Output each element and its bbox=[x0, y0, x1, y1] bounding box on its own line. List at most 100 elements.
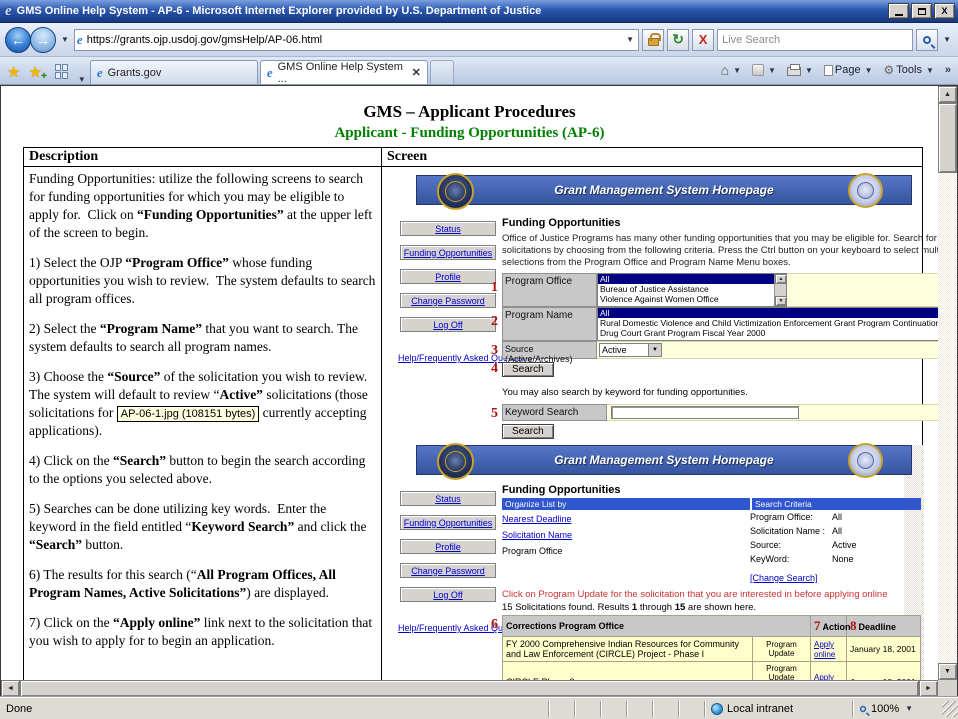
listbox-option[interactable]: Drug Court Grant Program Fiscal Year 200… bbox=[598, 328, 938, 338]
close-button[interactable]: X bbox=[934, 3, 955, 19]
zoom-dropdown[interactable]: ▼ bbox=[903, 704, 915, 713]
sidebar-item-change-password[interactable]: Change Password bbox=[400, 563, 496, 578]
tools-menu-button[interactable]: ⚙Tools▼ bbox=[881, 61, 939, 79]
tab-gms-help[interactable]: e GMS Online Help System ... ✕ bbox=[260, 60, 428, 84]
sidebar-item-change-password[interactable]: Change Password bbox=[400, 293, 496, 308]
listbox-scrollbar[interactable]: ▲▼ bbox=[774, 274, 786, 306]
refresh-button[interactable]: ↻ bbox=[667, 29, 689, 51]
annotation-1: 1 bbox=[491, 283, 498, 293]
tab-list-dropdown[interactable]: ▼ bbox=[76, 75, 88, 84]
search-box[interactable] bbox=[717, 29, 913, 51]
vertical-scroll-thumb[interactable] bbox=[938, 103, 957, 173]
history-dropdown[interactable]: ▼ bbox=[59, 35, 71, 44]
scroll-left-icon[interactable]: ◄ bbox=[1, 680, 20, 697]
page-menu-label: Page bbox=[835, 64, 861, 76]
search-icon bbox=[923, 36, 931, 44]
scroll-right-icon[interactable]: ► bbox=[919, 680, 938, 697]
page-icon bbox=[824, 65, 833, 76]
sidebar-item-funding-opportunities[interactable]: Funding Opportunities bbox=[400, 515, 496, 530]
criteria-value: All bbox=[832, 512, 842, 522]
keyword-search-input[interactable] bbox=[611, 406, 799, 419]
stop-icon: X bbox=[699, 32, 708, 47]
sidebar-item-status[interactable]: Status bbox=[400, 491, 496, 506]
address-field[interactable]: e ▼ bbox=[74, 29, 639, 51]
add-favorite-icon[interactable]: ★ bbox=[25, 63, 44, 84]
page-menu-button[interactable]: Page▼ bbox=[821, 62, 878, 78]
print-dropdown[interactable]: ▼ bbox=[803, 66, 815, 75]
scroll-up-icon[interactable]: ▲ bbox=[775, 274, 787, 284]
maximize-button[interactable] bbox=[911, 3, 932, 19]
scroll-down-icon[interactable]: ▼ bbox=[775, 296, 787, 306]
help-page: GMS – Applicant Procedures Applicant - F… bbox=[1, 86, 938, 680]
stop-button[interactable]: X bbox=[692, 29, 714, 51]
address-bar: ← → ▼ e ▼ ↻ X ▼ bbox=[0, 23, 958, 57]
lock-icon bbox=[648, 38, 659, 46]
tab-close-icon[interactable]: ✕ bbox=[412, 66, 421, 79]
home-dropdown[interactable]: ▼ bbox=[731, 66, 743, 75]
feeds-dropdown[interactable]: ▼ bbox=[766, 66, 778, 75]
vertical-scroll-track[interactable] bbox=[938, 173, 957, 663]
toolbar-overflow-chevron[interactable]: » bbox=[942, 64, 954, 76]
quick-tabs-icon[interactable] bbox=[55, 64, 70, 79]
security-lock-button[interactable] bbox=[642, 29, 664, 51]
listbox-option[interactable]: Violence Against Women Office bbox=[598, 294, 774, 304]
program-name-listbox[interactable]: All Rural Domestic Violence and Child Vi… bbox=[597, 307, 938, 341]
tools-menu-label: Tools bbox=[896, 64, 922, 76]
search-input[interactable] bbox=[722, 34, 908, 46]
listbox-option[interactable]: Rural Domestic Violence and Child Victim… bbox=[598, 318, 938, 328]
maximize-icon bbox=[918, 8, 926, 15]
home-button[interactable]: ⌂▼ bbox=[718, 60, 746, 80]
source-select[interactable]: Active ▼ bbox=[599, 343, 662, 357]
sidebar-item-status[interactable]: Status bbox=[400, 221, 496, 236]
criteria-label: KeyWord: bbox=[750, 554, 832, 564]
scroll-down-icon[interactable]: ▼ bbox=[938, 663, 957, 680]
sidebar-item-profile[interactable]: Profile bbox=[400, 269, 496, 284]
listbox-option[interactable]: All bbox=[598, 274, 774, 284]
sidebar-item-log-off[interactable]: Log Off bbox=[400, 587, 496, 602]
apply-online-link[interactable]: Apply online bbox=[814, 673, 835, 680]
sort-nearest-deadline-link[interactable]: Nearest Deadline bbox=[502, 514, 750, 524]
apply-online-link[interactable]: Apply online bbox=[814, 640, 835, 659]
forward-button[interactable]: → bbox=[30, 27, 56, 53]
back-button[interactable]: ← bbox=[5, 27, 31, 53]
search-button[interactable]: Search bbox=[502, 362, 554, 377]
favorites-star-icon[interactable]: ★ bbox=[4, 63, 23, 84]
minimize-button[interactable] bbox=[888, 3, 909, 19]
url-input[interactable] bbox=[87, 34, 620, 46]
new-tab-stub[interactable] bbox=[430, 60, 454, 84]
screen-cell: Grant Management System Homepage Status … bbox=[382, 167, 923, 681]
keyword-search-button[interactable]: Search bbox=[502, 424, 554, 439]
description-cell: Funding Opportunities: utilize the follo… bbox=[24, 167, 382, 681]
horizontal-scroll-thumb[interactable] bbox=[20, 680, 919, 697]
sidebar-item-funding-opportunities[interactable]: Funding Opportunities bbox=[400, 245, 496, 260]
chevron-down-icon[interactable]: ▼ bbox=[649, 343, 662, 357]
page-menu-dropdown[interactable]: ▼ bbox=[863, 66, 875, 75]
sort-solicitation-name-link[interactable]: Solicitation Name bbox=[502, 530, 750, 540]
feeds-button[interactable]: ▼ bbox=[749, 62, 781, 78]
annotation-6: 6 bbox=[491, 617, 498, 633]
zoom-level: 100% bbox=[871, 703, 899, 715]
gms-sidebar: Status Funding Opportunities Profile Cha… bbox=[394, 211, 502, 439]
vertical-scrollbar[interactable]: ▲ ▼ bbox=[938, 86, 957, 680]
search-go-button[interactable] bbox=[916, 29, 938, 51]
scroll-up-icon[interactable]: ▲ bbox=[938, 86, 957, 103]
listbox-option[interactable]: Bureau of Justice Assistance bbox=[598, 284, 774, 294]
listbox-option[interactable]: All bbox=[598, 308, 938, 318]
sidebar-item-profile[interactable]: Profile bbox=[400, 539, 496, 554]
program-office-listbox[interactable]: All Bureau of Justice Assistance Violenc… bbox=[597, 273, 787, 307]
print-button[interactable]: ▼ bbox=[784, 62, 818, 78]
status-separator bbox=[548, 701, 574, 717]
change-search-link[interactable]: [Change Search] bbox=[750, 573, 921, 583]
horizontal-scrollbar[interactable]: ◄ ► bbox=[1, 680, 957, 697]
tab-favicon: e bbox=[97, 65, 103, 81]
keyword-filler bbox=[607, 404, 938, 421]
resize-grip[interactable] bbox=[942, 701, 958, 717]
sidebar-item-log-off[interactable]: Log Off bbox=[400, 317, 496, 332]
address-dropdown[interactable]: ▼ bbox=[624, 35, 636, 44]
tab-grants-gov[interactable]: e Grants.gov bbox=[90, 60, 258, 84]
tools-menu-dropdown[interactable]: ▼ bbox=[924, 66, 936, 75]
zoom-control[interactable]: 100% ▼ bbox=[852, 701, 940, 717]
section-header-corrections: Corrections Program Office bbox=[503, 616, 811, 637]
search-options-dropdown[interactable]: ▼ bbox=[941, 35, 953, 44]
tab-label: GMS Online Help System ... bbox=[278, 61, 407, 85]
